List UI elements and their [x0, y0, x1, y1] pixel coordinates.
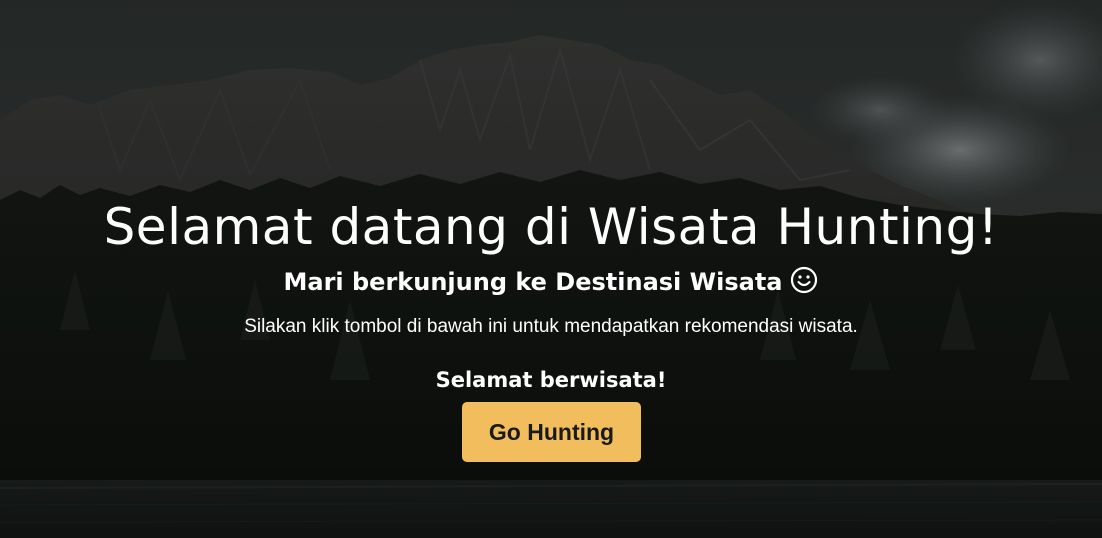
- subtitle: Mari berkunjung ke Destinasi Wisata: [0, 264, 1102, 300]
- greeting-text: Selamat berwisata!: [435, 368, 667, 392]
- description-text: Silakan klik tombol di bawah ini untuk m…: [244, 316, 858, 337]
- hero-section: Selamat datang di Wisata Hunting! Mari b…: [0, 0, 1102, 538]
- subtitle-text: Mari berkunjung ke Destinasi Wisata: [283, 268, 783, 296]
- hero-content: Selamat datang di Wisata Hunting! Mari b…: [0, 0, 1102, 538]
- go-hunting-button[interactable]: Go Hunting: [462, 402, 641, 462]
- page-title: Selamat datang di Wisata Hunting!: [103, 198, 999, 256]
- smile-icon: [791, 266, 818, 294]
